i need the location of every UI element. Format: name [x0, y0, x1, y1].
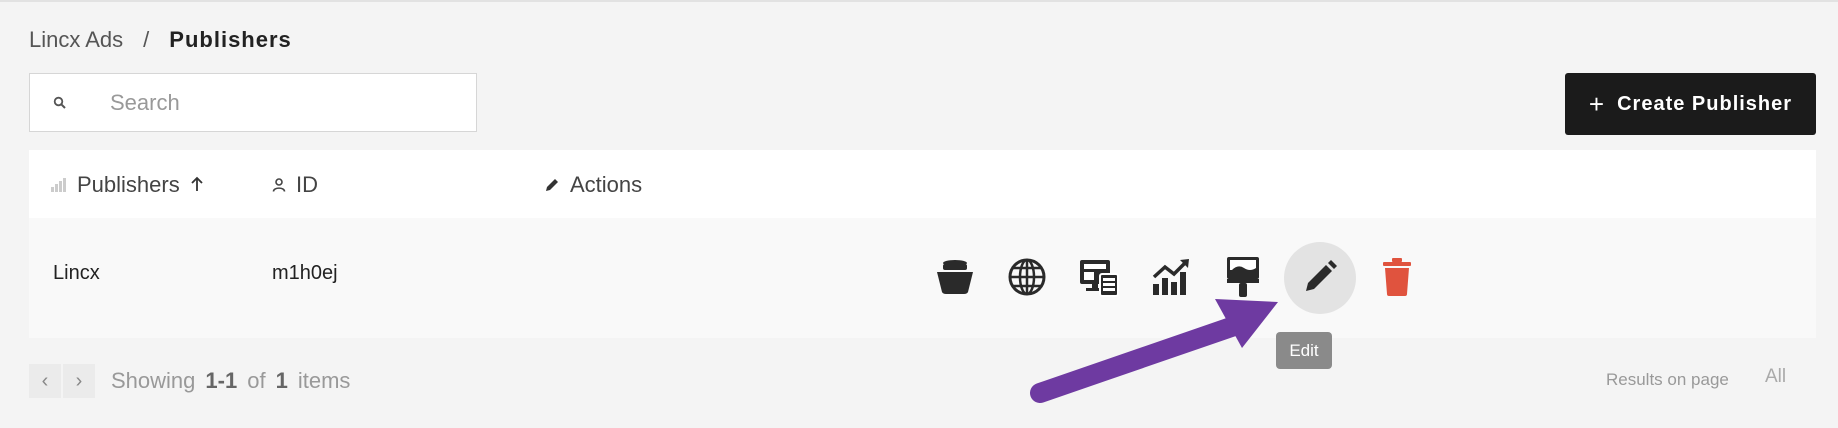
- column-header-publishers[interactable]: Publishers: [51, 172, 214, 198]
- results-per-page-label: Results on page: [1606, 370, 1729, 389]
- bar-chart-icon: [51, 172, 77, 198]
- pagination: ‹ › Showing 1-1 of 1 items: [29, 364, 350, 398]
- table-row: Lincx m1h0ej: [29, 218, 1816, 338]
- column-header-id: ID: [272, 172, 318, 198]
- range-end: 1: [224, 368, 238, 393]
- pagination-summary: Showing 1-1 of 1 items: [111, 368, 350, 394]
- styling-action-button[interactable]: [1212, 247, 1274, 309]
- publishers-table: Publishers ID Actions Lincx m1h0ej: [29, 150, 1816, 338]
- bucket-icon: [935, 259, 975, 298]
- search-icon: [30, 96, 90, 110]
- showing-label: Showing: [111, 368, 196, 393]
- ad-units-icon: [1078, 257, 1120, 300]
- edit-action-button[interactable]: [1284, 242, 1356, 314]
- column-label-id: ID: [296, 172, 318, 197]
- analytics-icon: [1151, 258, 1191, 299]
- globe-icon: [1007, 257, 1047, 300]
- breadcrumb-separator: /: [143, 27, 150, 52]
- pencil-icon: [545, 172, 570, 198]
- publisher-id-cell: m1h0ej: [272, 262, 338, 284]
- plus-icon: +: [1588, 88, 1606, 119]
- row-actions: [924, 240, 1438, 316]
- items-label: items: [297, 368, 351, 393]
- breadcrumb-parent-link[interactable]: Lincx Ads: [29, 27, 123, 53]
- edit-icon: [1302, 259, 1338, 298]
- range-separator: -: [217, 368, 225, 393]
- search-input[interactable]: [90, 88, 472, 117]
- total-count: 1: [275, 368, 288, 393]
- breadcrumb: Lincx Ads / Publishers: [29, 27, 292, 53]
- edit-tooltip: Edit: [1276, 332, 1332, 369]
- results-per-page-select[interactable]: All: [1765, 366, 1786, 388]
- table-header: Publishers ID Actions: [29, 150, 1816, 218]
- prev-page-button[interactable]: ‹: [29, 364, 61, 398]
- create-publisher-label: Create Publisher: [1617, 92, 1793, 115]
- range-start: 1: [205, 368, 218, 393]
- create-publisher-button[interactable]: + Create Publisher: [1565, 73, 1816, 135]
- sort-ascending-icon[interactable]: [190, 172, 214, 198]
- bucket-action-button[interactable]: [924, 247, 986, 309]
- chevron-right-icon: ›: [75, 369, 83, 392]
- page-title: Publishers: [169, 27, 292, 52]
- chevron-left-icon: ‹: [41, 369, 49, 392]
- of-label: of: [247, 368, 266, 393]
- column-label-publishers: Publishers: [77, 172, 180, 197]
- column-label-actions: Actions: [570, 172, 643, 197]
- website-action-button[interactable]: [996, 247, 1058, 309]
- publisher-name-cell[interactable]: Lincx: [53, 262, 100, 285]
- analytics-action-button[interactable]: [1140, 247, 1202, 309]
- user-icon: [272, 172, 296, 198]
- search-box: [29, 73, 477, 132]
- trash-icon: [1383, 257, 1411, 299]
- delete-action-button[interactable]: [1366, 247, 1428, 309]
- ad-units-action-button[interactable]: [1068, 247, 1130, 309]
- next-page-button[interactable]: ›: [63, 364, 95, 398]
- paint-brush-icon: [1226, 256, 1260, 301]
- column-header-actions: Actions: [545, 172, 642, 198]
